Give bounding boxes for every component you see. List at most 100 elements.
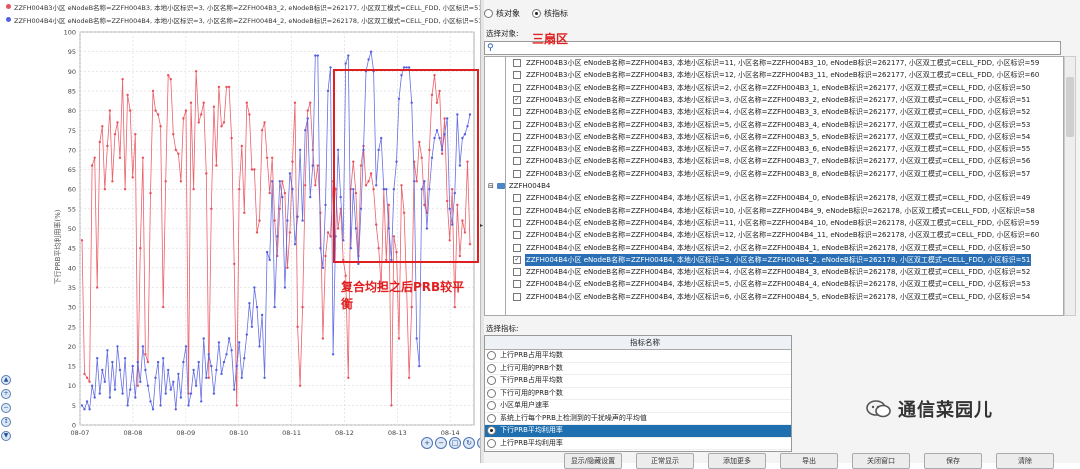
tree-checkbox[interactable] [513, 169, 521, 178]
tree-row[interactable]: ZZFH004B3小区 eNodeB名称=ZZFH004B3, 本地小区标识=5… [485, 119, 1063, 131]
indicator-row[interactable]: 上行PRB占用平均数 [485, 350, 791, 363]
action-button[interactable]: 保存 [924, 453, 982, 469]
tree-row[interactable]: ZZFH004B3小区 eNodeB名称=ZZFH004B3, 本地小区标识=1… [485, 69, 1063, 81]
zoom-out-icon[interactable]: − [435, 437, 447, 449]
tree-checkbox[interactable] [513, 59, 521, 67]
tree-checkbox[interactable] [513, 194, 521, 203]
tree-row[interactable]: ZZFH004B3小区 eNodeB名称=ZZFH004B3, 本地小区标识=4… [485, 106, 1063, 118]
indicator-radio[interactable] [487, 388, 496, 398]
indicator-radio[interactable] [487, 363, 496, 373]
data-point [154, 109, 157, 112]
pan-up-icon[interactable]: ▲ [1, 375, 11, 385]
data-point [174, 148, 177, 152]
indicator-row[interactable]: 下行PRB占用平均数 [485, 375, 791, 388]
tree-row[interactable]: ZZFH004B4小区 eNodeB名称=ZZFH004B4, 本地小区标识=1… [485, 205, 1063, 217]
tree-scrollbar[interactable] [1064, 56, 1076, 316]
tree-checkbox[interactable] [513, 157, 521, 166]
zoom-in-icon[interactable]: + [421, 437, 433, 449]
tree-row[interactable]: ZZFH004B3小区 eNodeB名称=ZZFH004B3, 本地小区标识=7… [485, 143, 1063, 155]
tree-checkbox[interactable] [513, 71, 521, 80]
tree-row[interactable]: ✓ ZZFH004B4小区 eNodeB名称=ZZFH004B4, 本地小区标识=… [485, 253, 1063, 266]
zoom-in-vertical-icon[interactable]: + [1, 389, 11, 399]
data-point [357, 262, 360, 266]
data-point [207, 376, 210, 379]
data-point [243, 211, 246, 214]
tree-row[interactable]: ZZFH004B3小区 eNodeB名称=ZZFH004B3, 本地小区标识=6… [485, 131, 1063, 143]
action-button[interactable]: 清除 [996, 453, 1054, 469]
indicator-row[interactable]: 上行可用的PRB个数 [485, 363, 791, 375]
action-button[interactable]: 关闭窗口 [852, 453, 910, 469]
tree-scroll-thumb[interactable] [1066, 77, 1074, 137]
tree-row[interactable]: ZZFH004B4小区 eNodeB名称=ZZFH004B4, 本地小区标识=4… [485, 266, 1063, 278]
data-point [210, 364, 213, 368]
indicator-radio[interactable] [487, 376, 496, 386]
refresh-icon[interactable]: ↻ [463, 437, 475, 449]
tree-row[interactable]: ZZFH004B4小区 eNodeB名称=ZZFH004B4, 本地小区标识=5… [485, 278, 1063, 290]
tree-checkbox[interactable] [513, 231, 521, 240]
tree-checkbox[interactable] [513, 292, 521, 301]
tree-row[interactable]: ZZFH004B4小区 eNodeB名称=ZZFH004B4, 本地小区标识=1… [485, 229, 1063, 241]
tree-checkbox[interactable] [513, 243, 521, 252]
zoom-fit-icon[interactable]: □ [449, 437, 461, 449]
data-point [222, 121, 226, 124]
tree-checkbox[interactable] [513, 83, 521, 92]
y-tick-label: 25 [68, 323, 76, 331]
indicator-radio[interactable] [487, 413, 496, 423]
data-point [210, 207, 213, 210]
data-point [245, 333, 248, 336]
tree-row[interactable]: ZZFH004B3小区 eNodeB名称=ZZFH004B3, 本地小区标识=2… [485, 82, 1063, 94]
indicator-radio[interactable] [487, 426, 496, 436]
data-point [103, 380, 107, 383]
action-button[interactable]: 显示/隐藏设置 [564, 453, 622, 469]
tree-row-label: ZZFH004B3小区 eNodeB名称=ZZFH004B3, 本地小区标识=8… [526, 157, 1031, 166]
radio-by-object-circle[interactable] [484, 9, 493, 18]
indicator-row[interactable]: 小区单用户速率 [485, 400, 791, 413]
indicator-row[interactable]: 下行可用的PRB个数 [485, 388, 791, 400]
tree-group-b4[interactable]: ⊟ ZZFH004B4 [485, 180, 1063, 192]
indicator-radio[interactable] [487, 351, 496, 361]
tree-checkbox[interactable] [513, 218, 521, 227]
data-point [276, 235, 279, 238]
action-button[interactable]: 正常显示 [636, 453, 694, 469]
tree-row[interactable]: ZZFH004B3小区 eNodeB名称=ZZFH004B3, 本地小区标识=8… [485, 155, 1063, 167]
data-point [159, 404, 162, 407]
radio-by-object[interactable]: 核对象 [484, 8, 520, 19]
tree-checkbox[interactable] [513, 145, 521, 154]
indicator-row[interactable]: 系统上行每个PRB上检测到的干扰噪声的平均值 [485, 413, 791, 425]
tree-row[interactable]: ZZFH004B4小区 eNodeB名称=ZZFH004B4, 本地小区标识=1… [485, 217, 1063, 229]
tree-row[interactable]: ZZFH004B3小区 eNodeB名称=ZZFH004B3, 本地小区标识=1… [485, 57, 1063, 69]
tree-checkbox[interactable] [513, 132, 521, 141]
indicator-row[interactable]: 上行PRB平均利用率 [485, 438, 791, 450]
tree-checkbox[interactable] [513, 120, 521, 129]
radio-by-indicator[interactable]: 核指标 [532, 8, 568, 19]
indicator-radio[interactable] [487, 401, 496, 411]
data-point [149, 400, 152, 403]
zoom-out-vertical-icon[interactable]: − [1, 403, 11, 413]
pan-down-icon[interactable]: ▼ [1, 431, 11, 441]
tree-row[interactable]: ZZFH004B4小区 eNodeB名称=ZZFH004B4, 本地小区标识=6… [485, 291, 1063, 303]
fit-vertical-icon[interactable]: ↕ [1, 417, 11, 427]
tree-row[interactable]: ZZFH004B3小区 eNodeB名称=ZZFH004B3, 本地小区标识=9… [485, 168, 1063, 180]
tree-row[interactable]: ZZFH004B4小区 eNodeB名称=ZZFH004B4, 本地小区标识=1… [485, 192, 1063, 204]
tree-checkbox[interactable]: ✓ [513, 95, 521, 104]
action-button[interactable]: 导出 [780, 453, 838, 469]
data-point [164, 392, 167, 395]
indicator-row[interactable]: 下行PRB平均利用率 [485, 425, 791, 438]
collapse-toggle-icon[interactable]: ⊟ [488, 180, 494, 192]
data-point [283, 191, 287, 195]
action-button[interactable]: 添加更多 [708, 453, 766, 469]
tree-checkbox[interactable]: ✓ [513, 255, 521, 264]
data-point [156, 360, 160, 364]
tree-row[interactable]: ✓ ZZFH004B3小区 eNodeB名称=ZZFH004B3, 本地小区标识=… [485, 94, 1063, 106]
tree-checkbox[interactable] [513, 268, 521, 277]
indicator-label: 小区单用户速率 [500, 401, 549, 409]
tree-checkbox[interactable] [513, 108, 521, 117]
object-search-input[interactable]: ⚲ [484, 41, 1061, 55]
tree-checkbox[interactable] [513, 280, 521, 289]
data-point [329, 66, 332, 69]
tree-row[interactable]: ZZFH004B4小区 eNodeB名称=ZZFH004B4, 本地小区标识=2… [485, 242, 1063, 254]
data-point [146, 360, 150, 364]
tree-checkbox[interactable] [513, 206, 521, 215]
indicator-radio[interactable] [487, 438, 496, 448]
radio-by-indicator-circle[interactable] [532, 9, 541, 18]
